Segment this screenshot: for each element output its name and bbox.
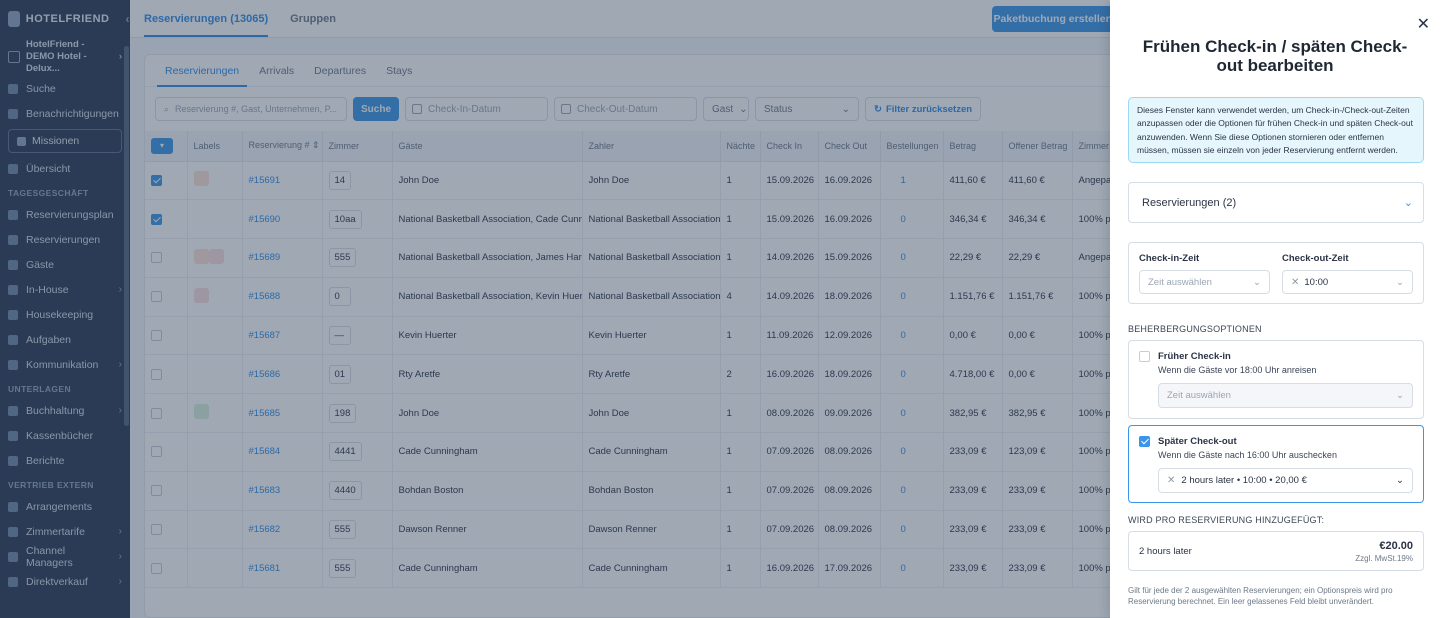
accommodation-options-heading: BEHERBERGUNGSOPTIONEN (1128, 324, 1262, 334)
checkin-time-placeholder: Zeit auswählen (1148, 276, 1212, 288)
early-checkin-checkbox[interactable] (1139, 351, 1150, 362)
late-checkout-option-select[interactable]: ✕ 2 hours later • 10:00 • 20,00 € ⌄ (1158, 468, 1413, 493)
late-checkout-title: Später Check-out (1158, 436, 1237, 447)
checkout-time-value-wrap: ✕ 10:00 (1291, 277, 1328, 288)
drawer-title: Frühen Check-in / späten Check-out bearb… (1142, 37, 1408, 75)
close-icon[interactable]: ✕ (1417, 14, 1430, 34)
early-checkin-row: Früher Check-in Wenn die Gäste vor 18:00… (1139, 351, 1413, 375)
summary-tax: Zzgl. MwSt.19% (1355, 553, 1413, 563)
late-checkout-text: Später Check-out Wenn die Gäste nach 16:… (1158, 436, 1337, 460)
chevron-down-icon: ⌄ (1403, 197, 1413, 209)
checkin-time-group: Check-in-Zeit Zeit auswählen ⌄ (1139, 253, 1270, 303)
added-option-summary: 2 hours later €20.00 Zzgl. MwSt.19% (1128, 531, 1424, 571)
checkin-time-select[interactable]: Zeit auswählen ⌄ (1139, 270, 1270, 294)
clear-icon[interactable]: ✕ (1167, 475, 1175, 486)
early-checkin-placeholder: Zeit auswählen (1167, 390, 1231, 401)
late-checkout-value: 2 hours later • 10:00 • 20,00 € (1181, 475, 1307, 486)
checkout-time-label: Check-out-Zeit (1282, 253, 1349, 264)
summary-label: 2 hours later (1139, 545, 1192, 557)
early-checkin-time-select[interactable]: Zeit auswählen ⌄ (1158, 383, 1413, 408)
late-checkout-value-wrap: ✕ 2 hours later • 10:00 • 20,00 € (1167, 475, 1307, 486)
summary-price: €20.00 (1379, 539, 1413, 552)
chevron-down-icon: ⌄ (1396, 390, 1404, 401)
checkout-time-group: Check-out-Zeit ✕ 10:00 ⌄ (1282, 253, 1413, 303)
checkin-time-label: Check-in-Zeit (1139, 253, 1200, 264)
late-checkout-row: Später Check-out Wenn die Gäste nach 16:… (1139, 436, 1413, 460)
footnote: Gilt für jede der 2 ausgewählten Reservi… (1128, 586, 1393, 607)
modal-backdrop[interactable] (0, 0, 1110, 618)
late-checkout-checkbox[interactable] (1139, 436, 1150, 447)
early-checkin-title: Früher Check-in (1158, 351, 1231, 362)
reservations-accordion[interactable]: Reservierungen (2) ⌄ (1128, 182, 1424, 223)
early-checkin-text: Früher Check-in Wenn die Gäste vor 18:00… (1158, 351, 1316, 375)
early-late-checkin-drawer: ✕ Frühen Check-in / späten Check-out bea… (1110, 0, 1440, 618)
late-checkout-subtitle: Wenn die Gäste nach 16:00 Uhr auschecken (1158, 450, 1337, 460)
added-per-reservation-heading: WIRD PRO RESERVIERUNG HINZUGEFÜGT: (1128, 515, 1325, 525)
clear-icon[interactable]: ✕ (1291, 277, 1299, 288)
chevron-down-icon: ⌄ (1396, 276, 1404, 288)
early-checkin-subtitle: Wenn die Gäste vor 18:00 Uhr anreisen (1158, 365, 1317, 375)
summary-price-block: €20.00 Zzgl. MwSt.19% (1355, 540, 1413, 563)
late-checkout-option: Später Check-out Wenn die Gäste nach 16:… (1128, 425, 1424, 503)
info-box: Dieses Fenster kann verwendet werden, um… (1128, 97, 1424, 163)
reservations-count-label: Reservierungen (2) (1142, 196, 1237, 209)
chevron-down-icon: ⌄ (1396, 475, 1404, 486)
time-selection-box: Check-in-Zeit Zeit auswählen ⌄ Check-out… (1128, 242, 1424, 304)
checkout-time-select[interactable]: ✕ 10:00 ⌄ (1282, 270, 1413, 294)
early-checkin-option: Früher Check-in Wenn die Gäste vor 18:00… (1128, 340, 1424, 419)
chevron-down-icon: ⌄ (1253, 276, 1261, 288)
checkout-time-value: 10:00 (1304, 276, 1329, 288)
